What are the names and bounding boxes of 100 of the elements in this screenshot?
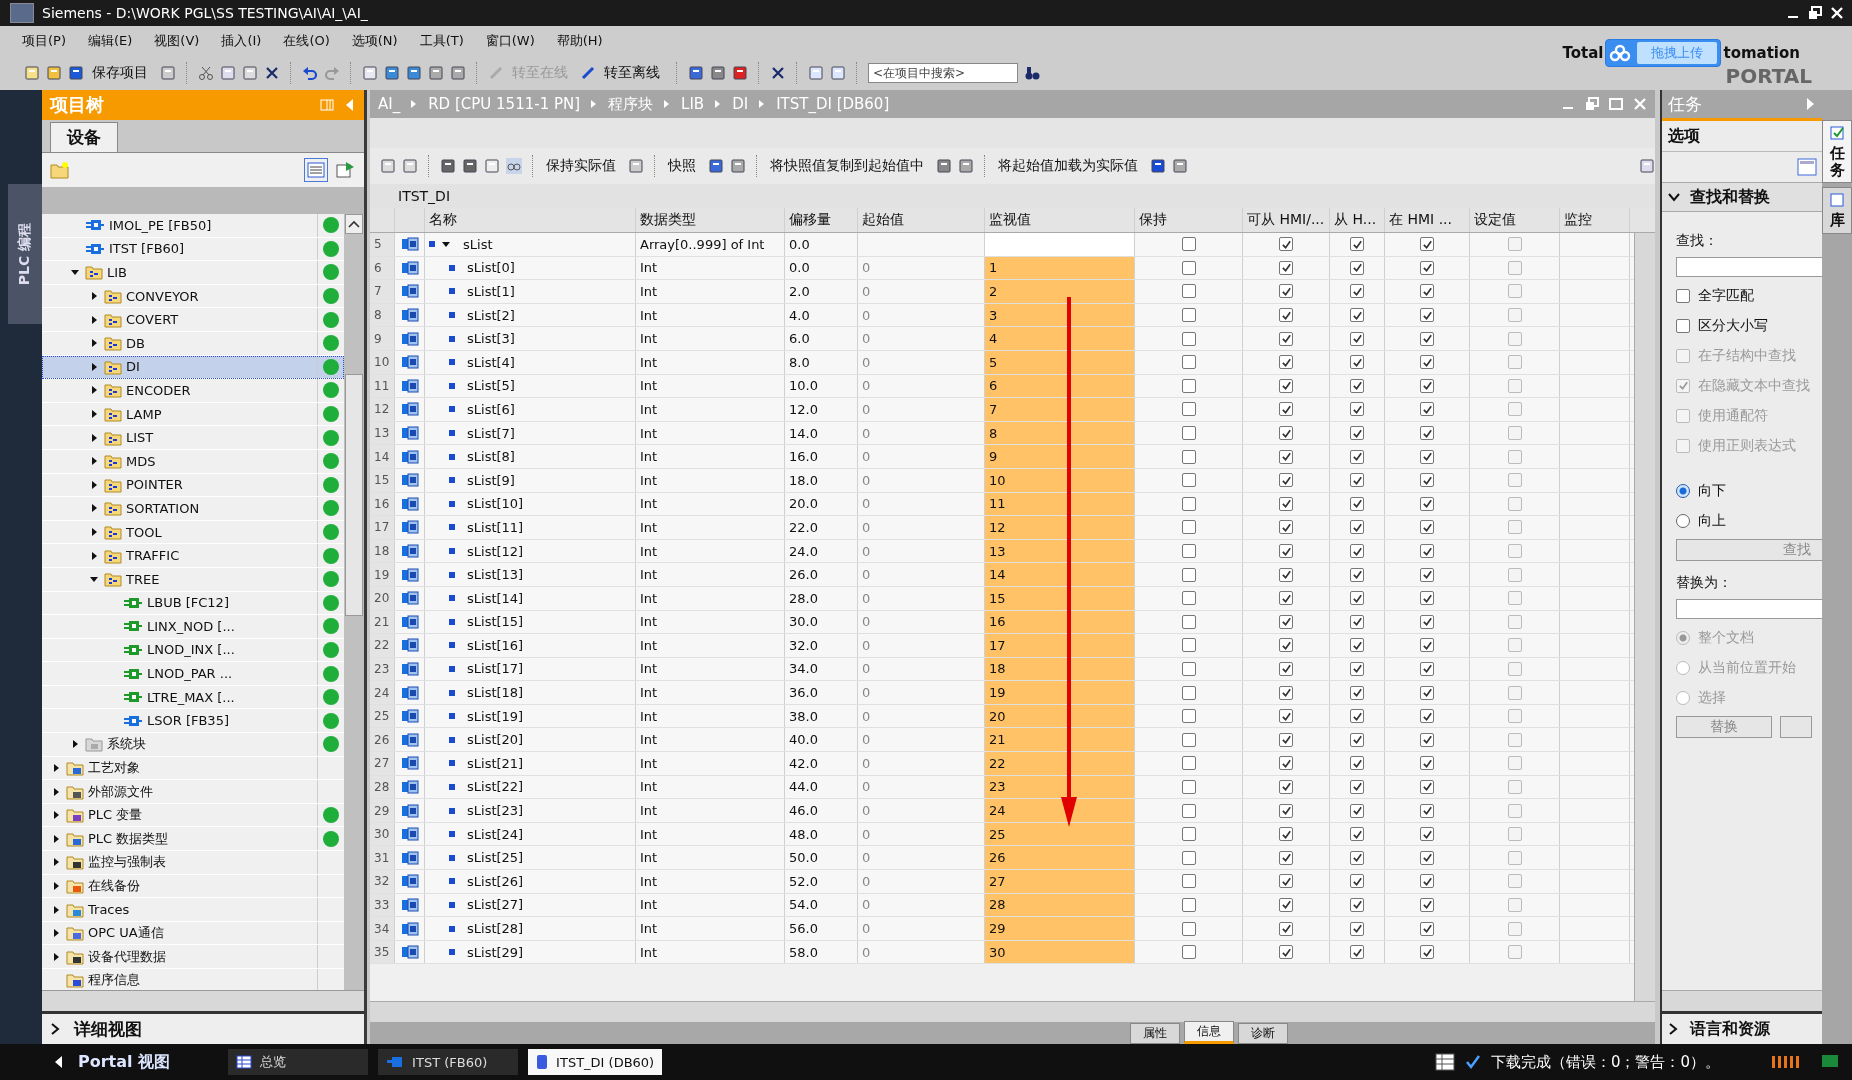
checkbox[interactable]: [1507, 237, 1522, 252]
column-header[interactable]: 偏移量: [785, 208, 858, 232]
checkbox[interactable]: [1507, 520, 1522, 535]
checkbox[interactable]: [1350, 945, 1364, 960]
scrollbar[interactable]: [1662, 990, 1822, 1011]
checkbox[interactable]: [1420, 827, 1434, 842]
checkbox[interactable]: [1350, 544, 1364, 558]
monitor-glasses-icon[interactable]: [506, 158, 522, 174]
checkbox[interactable]: [1420, 662, 1434, 676]
checkbox[interactable]: [1279, 756, 1293, 771]
checkbox[interactable]: [1279, 426, 1293, 441]
checkbox[interactable]: [1507, 921, 1522, 936]
checkbox[interactable]: [1279, 308, 1293, 323]
checkbox[interactable]: [1350, 779, 1364, 794]
tree-item[interactable]: OPC UA通信: [42, 921, 344, 946]
load-start-values-button[interactable]: 将起始值加载为实际值: [998, 157, 1138, 175]
tree-item[interactable]: 监控与强制表: [42, 851, 344, 875]
checkbox[interactable]: [1420, 378, 1434, 393]
checkbox[interactable]: [1181, 874, 1196, 889]
checkbox[interactable]: [1279, 355, 1293, 370]
side-tab[interactable]: 任务: [1822, 120, 1852, 183]
checkbox[interactable]: [1181, 614, 1196, 629]
checkbox[interactable]: [1279, 260, 1293, 275]
checkbox[interactable]: [1507, 638, 1522, 653]
menu-item[interactable]: 窗口(W): [485, 32, 535, 50]
menu-item[interactable]: 在线(O): [283, 32, 330, 50]
checkbox[interactable]: [1181, 237, 1196, 252]
checkbox[interactable]: [1507, 449, 1522, 464]
tree-item[interactable]: LBUB [FC12]: [42, 591, 344, 616]
checkbox[interactable]: [1181, 897, 1196, 912]
checkbox[interactable]: [1420, 426, 1434, 441]
menu-item[interactable]: 工具(T): [419, 32, 464, 50]
checkbox[interactable]: [1181, 945, 1196, 960]
checkbox[interactable]: [1279, 827, 1293, 842]
close-icon[interactable]: [770, 65, 786, 81]
checkbox[interactable]: [1420, 308, 1434, 323]
expand-arrow-icon[interactable]: [89, 338, 99, 349]
checkbox[interactable]: [1507, 308, 1522, 323]
expand-arrow-icon[interactable]: [89, 550, 99, 561]
expand-arrow-icon[interactable]: [89, 361, 99, 372]
editor-tab[interactable]: ITST_DI (DB60): [528, 1049, 663, 1075]
checkbox[interactable]: [1181, 756, 1196, 771]
checkbox[interactable]: [1279, 378, 1293, 393]
expand-arrow-icon[interactable]: [89, 432, 99, 443]
checkbox[interactable]: [1507, 426, 1522, 441]
expand-arrow-icon[interactable]: [89, 456, 99, 467]
table-view-icon[interactable]: [304, 158, 328, 182]
checkbox[interactable]: [1420, 921, 1434, 936]
search-field[interactable]: <在项目中搜索>: [868, 63, 1018, 83]
expand-arrow-icon[interactable]: [89, 527, 99, 537]
side-tab[interactable]: PLC 编程: [8, 184, 42, 324]
tree-item[interactable]: DI: [42, 355, 344, 380]
expand-arrow-icon[interactable]: [70, 739, 80, 750]
snapshot-button[interactable]: 快照: [668, 157, 696, 175]
tree-item[interactable]: LSOR [FB35]: [42, 709, 344, 734]
menu-item[interactable]: 选项(N): [351, 32, 398, 50]
tree-item[interactable]: MDS: [42, 449, 344, 474]
checkbox[interactable]: [1181, 402, 1196, 417]
grid-icon[interactable]: [1434, 1053, 1455, 1071]
checkbox[interactable]: [1507, 614, 1522, 629]
checkbox[interactable]: [1420, 850, 1434, 865]
checkbox[interactable]: [1279, 709, 1293, 724]
column-header[interactable]: 数据类型: [636, 208, 785, 232]
checkbox[interactable]: [1507, 402, 1522, 417]
tree-item[interactable]: TREE: [42, 567, 344, 592]
checkbox[interactable]: [1279, 638, 1293, 653]
tree-item[interactable]: 设备代理数据: [42, 945, 344, 969]
column-header[interactable]: 保持: [1135, 208, 1243, 232]
checkbox[interactable]: [1507, 355, 1522, 370]
table-export-icon[interactable]: [334, 159, 356, 181]
checkbox[interactable]: [1350, 827, 1364, 842]
checkbox[interactable]: [1181, 473, 1196, 488]
checkbox[interactable]: [1350, 874, 1364, 889]
column-header[interactable]: 从 H...: [1330, 208, 1385, 232]
checkbox[interactable]: [1181, 662, 1196, 676]
checkbox[interactable]: [1420, 402, 1434, 417]
checkbox[interactable]: [1181, 496, 1196, 511]
checkbox[interactable]: [1181, 779, 1196, 794]
checkbox[interactable]: [1350, 331, 1364, 346]
tree-item[interactable]: PLC 数据类型: [42, 827, 344, 852]
checkbox[interactable]: [1350, 614, 1364, 629]
tree-item[interactable]: LIST: [42, 426, 344, 450]
checkbox[interactable]: [1279, 874, 1293, 889]
checkbox[interactable]: [1350, 897, 1364, 912]
checkbox[interactable]: [1350, 378, 1364, 393]
checkbox[interactable]: [1350, 355, 1364, 370]
checkbox[interactable]: [1420, 260, 1434, 275]
languages-resources-header[interactable]: 语言和资源: [1690, 1018, 1770, 1040]
checkbox[interactable]: [1181, 426, 1196, 441]
checkbox[interactable]: [1181, 331, 1196, 346]
tree-item[interactable]: Traces: [42, 898, 344, 922]
side-tab[interactable]: 库: [1822, 187, 1852, 234]
devices-tab[interactable]: 设备: [50, 122, 118, 152]
checkbox[interactable]: [1279, 850, 1293, 865]
tree-item[interactable]: CONVEYOR: [42, 284, 344, 309]
tree-item[interactable]: TOOL: [42, 520, 344, 545]
copy-snapshot-button[interactable]: 将快照值复制到起始值中: [770, 157, 924, 175]
checkbox[interactable]: [1507, 544, 1522, 558]
undo-icon[interactable]: [302, 65, 318, 81]
column-header[interactable]: 设定值: [1470, 208, 1560, 232]
